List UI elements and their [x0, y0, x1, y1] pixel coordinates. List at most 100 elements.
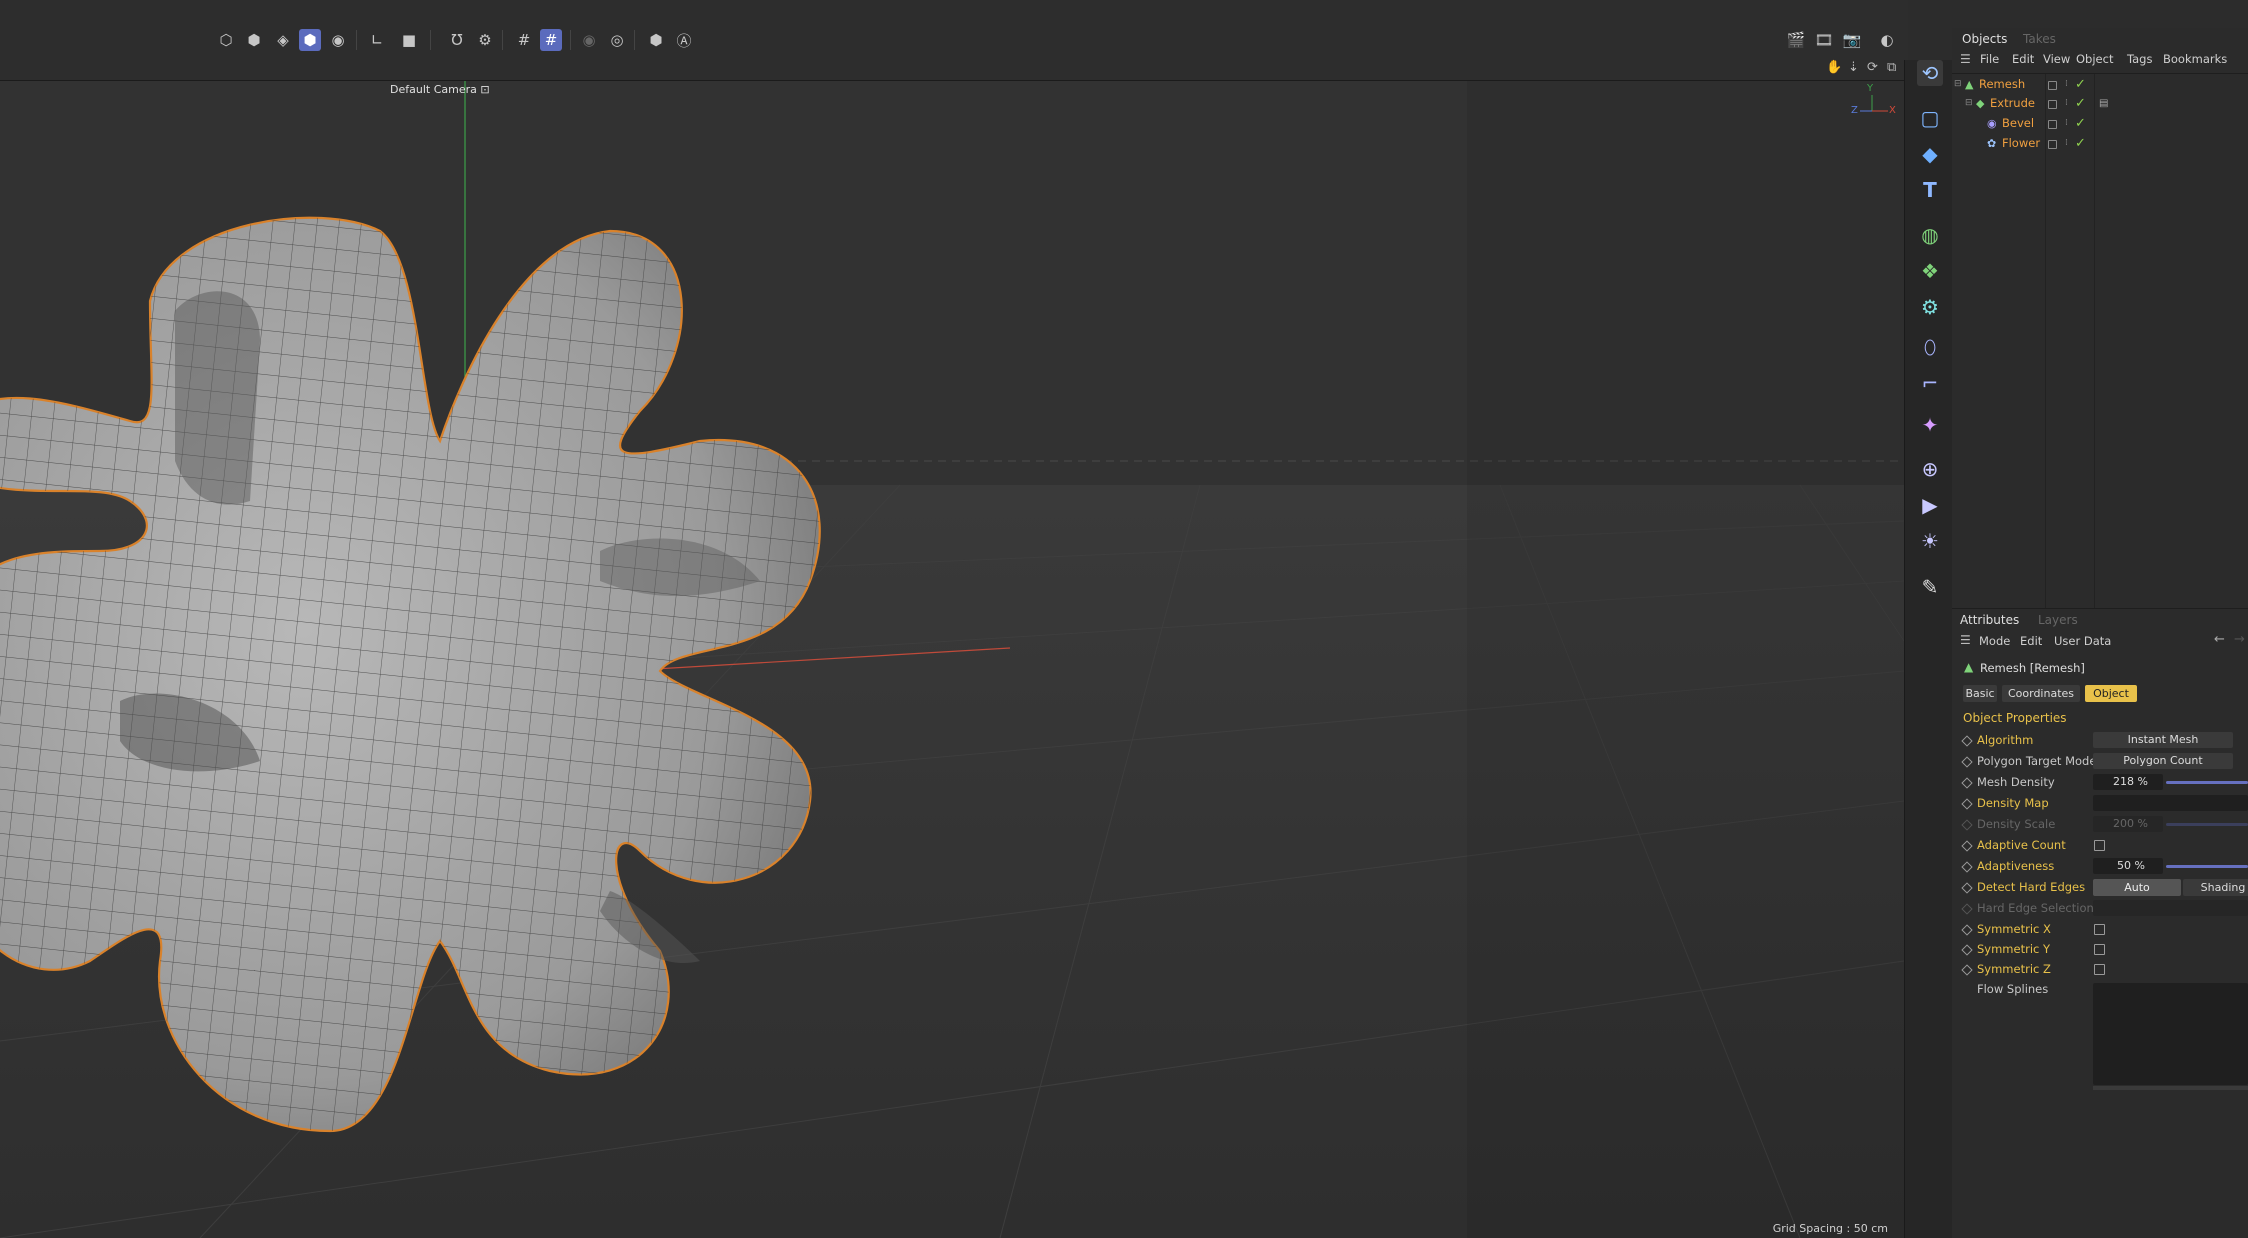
tab-coordinates[interactable]: Coordinates	[2002, 685, 2080, 702]
object-row-flower[interactable]: ✿ Flower ⁞ ✓	[1952, 134, 2248, 153]
enabled-check-icon[interactable]: ✓	[2075, 134, 2086, 153]
tab-attributes[interactable]: Attributes	[1960, 609, 2019, 631]
rectangle-icon[interactable]: ▢	[1917, 105, 1943, 131]
live-selection-icon[interactable]: ⟲	[1917, 60, 1943, 86]
adaptiveness-input[interactable]: 50 %	[2093, 858, 2163, 874]
keyframe-diamond-icon[interactable]	[1961, 840, 1973, 852]
auto-icon[interactable]: Ⓐ	[673, 29, 695, 51]
object-mode-icon[interactable]: ⬢	[645, 29, 667, 51]
flow-splines-list[interactable]	[2093, 983, 2248, 1085]
visibility-dot[interactable]	[2048, 120, 2057, 129]
keyframe-diamond-icon[interactable]	[1961, 882, 1973, 894]
render-settings-icon[interactable]: ◎	[606, 29, 628, 51]
keyframe-diamond-icon[interactable]	[1961, 756, 1973, 768]
menu-file[interactable]: File	[1980, 52, 1999, 66]
rotate-icon[interactable]: ⟳	[1867, 60, 1878, 75]
keyframe-diamond-icon[interactable]	[1961, 861, 1973, 873]
interactive-render-icon[interactable]: ◐	[1876, 29, 1898, 51]
workplane-snap-icon[interactable]: #	[540, 29, 562, 51]
tag-icon[interactable]: ✎	[1917, 574, 1943, 600]
menu-tags[interactable]: Tags	[2127, 52, 2152, 66]
menu-view[interactable]: View	[2043, 52, 2070, 66]
cloner-icon[interactable]: ❖	[1917, 258, 1943, 284]
edges-mode-icon[interactable]: ⬢	[243, 29, 265, 51]
object-row-extrude[interactable]: ⊟ ◆ Extrude ⁞ ✓ ▤	[1952, 94, 2248, 113]
light-icon[interactable]: ☀	[1917, 528, 1943, 554]
hamburger-menu-icon[interactable]: ☰	[1960, 52, 1971, 66]
algorithm-dropdown[interactable]: Instant Mesh	[2093, 732, 2233, 748]
texture-mode-icon[interactable]: ◉	[327, 29, 349, 51]
hand-move-icon[interactable]: ✋	[1826, 60, 1842, 75]
maximize-icon[interactable]: ⧉	[1887, 60, 1896, 75]
visibility-dot[interactable]	[2048, 81, 2057, 90]
tab-object[interactable]: Object	[2085, 685, 2137, 702]
enabled-check-icon[interactable]: ✓	[2075, 75, 2086, 94]
keyframe-diamond-icon[interactable]	[1961, 777, 1973, 789]
adaptiveness-slider[interactable]	[2166, 865, 2248, 868]
row-polygon-target-mode: Polygon Target Mode Polygon Count	[1952, 751, 2248, 771]
symmetric-x-checkbox[interactable]	[2094, 924, 2105, 935]
menu-edit[interactable]: Edit	[2020, 634, 2042, 648]
tab-basic[interactable]: Basic	[1963, 685, 1997, 702]
environment-icon[interactable]: ⊕	[1917, 456, 1943, 482]
adaptive-count-checkbox[interactable]	[2094, 840, 2105, 851]
hard-edges-auto-button[interactable]: Auto	[2093, 879, 2181, 896]
polygons-mode-icon[interactable]: ◈	[272, 29, 294, 51]
points-mode-icon[interactable]: ⬡	[215, 29, 237, 51]
clapper-play-icon[interactable]: 🎞	[1813, 29, 1835, 51]
camera-label[interactable]: Default Camera ⊡	[390, 83, 490, 96]
menu-bookmarks[interactable]: Bookmarks	[2163, 52, 2227, 66]
keyframe-diamond-icon[interactable]	[1961, 944, 1973, 956]
mesh-density-slider[interactable]	[2166, 781, 2248, 784]
snap-settings-icon[interactable]: ⚙	[474, 29, 496, 51]
object-row-remesh[interactable]: ⊟ ▲ Remesh ⁞ ✓	[1952, 75, 2248, 94]
forward-arrow-icon[interactable]: →	[2234, 632, 2245, 647]
text-icon[interactable]: T	[1917, 177, 1943, 203]
menu-user-data[interactable]: User Data	[2054, 634, 2111, 648]
zoom-arrow-icon[interactable]: ⇣	[1848, 60, 1859, 75]
menu-object[interactable]: Object	[2076, 52, 2113, 66]
polygon-target-mode-dropdown[interactable]: Polygon Count	[2093, 753, 2233, 769]
tab-objects[interactable]: Objects	[1962, 28, 2007, 50]
mesh-density-input[interactable]: 218 %	[2093, 774, 2163, 790]
enabled-check-icon[interactable]: ✓	[2075, 114, 2086, 133]
hard-edge-selection-field	[2093, 900, 2248, 916]
gear-effector-icon[interactable]: ⚙	[1917, 294, 1943, 320]
flow-splines-resize-handle[interactable]	[2093, 1086, 2248, 1090]
grid-icon[interactable]: #	[513, 29, 535, 51]
render-region-icon[interactable]: ◉	[578, 29, 600, 51]
menu-mode[interactable]: Mode	[1979, 634, 2010, 648]
menu-edit[interactable]: Edit	[2012, 52, 2034, 66]
keyframe-diamond-icon[interactable]	[1961, 964, 1973, 976]
spline-icon[interactable]: ✦	[1917, 412, 1943, 438]
visibility-dot[interactable]	[2048, 100, 2057, 109]
keyframe-diamond-icon[interactable]	[1961, 798, 1973, 810]
clapper-icon[interactable]: 🎬	[1785, 29, 1807, 51]
enabled-check-icon[interactable]: ✓	[2075, 94, 2086, 113]
tab-takes[interactable]: Takes	[2023, 28, 2056, 50]
keyframe-diamond-icon[interactable]	[1961, 735, 1973, 747]
scene-icon[interactable]: ⌐	[1917, 370, 1943, 396]
row-symmetric-z: Symmetric Z	[1952, 959, 2248, 979]
picture-viewer-icon[interactable]: 📷	[1841, 29, 1863, 51]
axis-icon[interactable]: ∟	[366, 29, 388, 51]
symmetric-z-checkbox[interactable]	[2094, 964, 2105, 975]
density-map-link-field[interactable]	[2093, 795, 2248, 811]
cube-icon[interactable]: ◆	[1917, 141, 1943, 167]
model-mode-icon[interactable]: ⬢	[299, 29, 321, 51]
deformer-icon[interactable]: ⬯	[1917, 334, 1943, 360]
camera-icon[interactable]: ▶	[1917, 492, 1943, 518]
3d-viewport[interactable]: Default Camera ⊡ Y Z X Grid Spacing : 50…	[0, 81, 1904, 1238]
keyframe-diamond-icon[interactable]	[1961, 924, 1973, 936]
solo-icon[interactable]: ■	[398, 29, 420, 51]
tab-layers[interactable]: Layers	[2038, 609, 2078, 631]
object-row-bevel[interactable]: ◉ Bevel ⁞ ✓	[1952, 114, 2248, 133]
back-arrow-icon[interactable]: ←	[2214, 632, 2225, 647]
tag-icon[interactable]: ▤	[2099, 94, 2108, 113]
hard-edges-shading-button[interactable]: Shading	[2183, 879, 2248, 896]
visibility-dot[interactable]	[2048, 140, 2057, 149]
subdivision-icon[interactable]: ◍	[1917, 222, 1943, 248]
symmetric-y-checkbox[interactable]	[2094, 944, 2105, 955]
hamburger-menu-icon[interactable]: ☰	[1960, 633, 1971, 647]
magnet-icon[interactable]: Ʊ	[446, 29, 468, 51]
